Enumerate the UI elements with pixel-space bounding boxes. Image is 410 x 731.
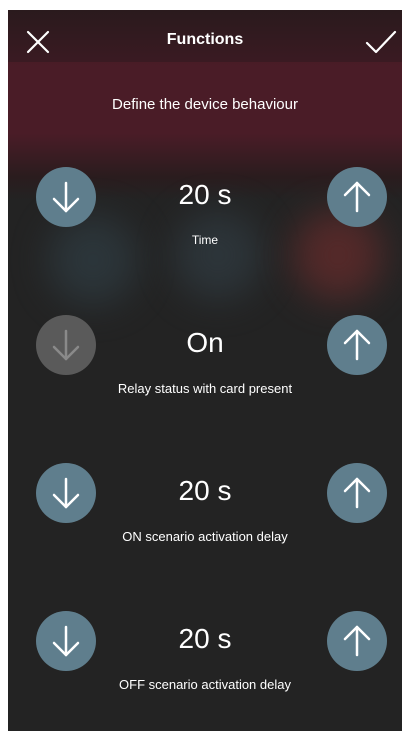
setting-label: Relay status with card present [117, 381, 293, 396]
arrow-down-icon [52, 625, 80, 657]
arrow-down-icon [52, 181, 80, 213]
increase-button[interactable] [327, 463, 387, 523]
page-title: Functions [166, 31, 244, 48]
setting-value: 20 s [178, 623, 232, 654]
page-subtitle: Define the device behaviour [112, 96, 298, 113]
arrow-down-icon [52, 329, 80, 361]
decrease-button[interactable] [36, 463, 96, 523]
checkmark-icon [365, 30, 397, 54]
setting-row-relay-status: On Relay status with card present [8, 315, 402, 415]
setting-value: 20 s [178, 475, 232, 506]
decrease-button[interactable] [36, 315, 96, 375]
setting-value: On [186, 327, 224, 358]
setting-label: OFF scenario activation delay [119, 677, 291, 692]
arrow-up-icon [343, 477, 371, 509]
setting-value: 20 s [178, 179, 232, 210]
functions-screen: Functions Define the device behaviour 20… [8, 10, 402, 731]
increase-button[interactable] [327, 315, 387, 375]
setting-label: Time [191, 233, 219, 247]
decrease-button[interactable] [36, 611, 96, 671]
arrow-up-icon [343, 329, 371, 361]
arrow-up-icon [343, 625, 371, 657]
arrow-up-icon [343, 181, 371, 213]
setting-row-off-scenario-delay: 20 s OFF scenario activation delay [8, 611, 402, 711]
increase-button[interactable] [327, 167, 387, 227]
setting-row-time: 20 s Time [8, 167, 402, 267]
decrease-button[interactable] [36, 167, 96, 227]
setting-row-on-scenario-delay: 20 s ON scenario activation delay [8, 463, 402, 563]
increase-button[interactable] [327, 611, 387, 671]
confirm-button[interactable] [364, 26, 398, 60]
arrow-down-icon [52, 477, 80, 509]
setting-label: ON scenario activation delay [122, 529, 288, 544]
